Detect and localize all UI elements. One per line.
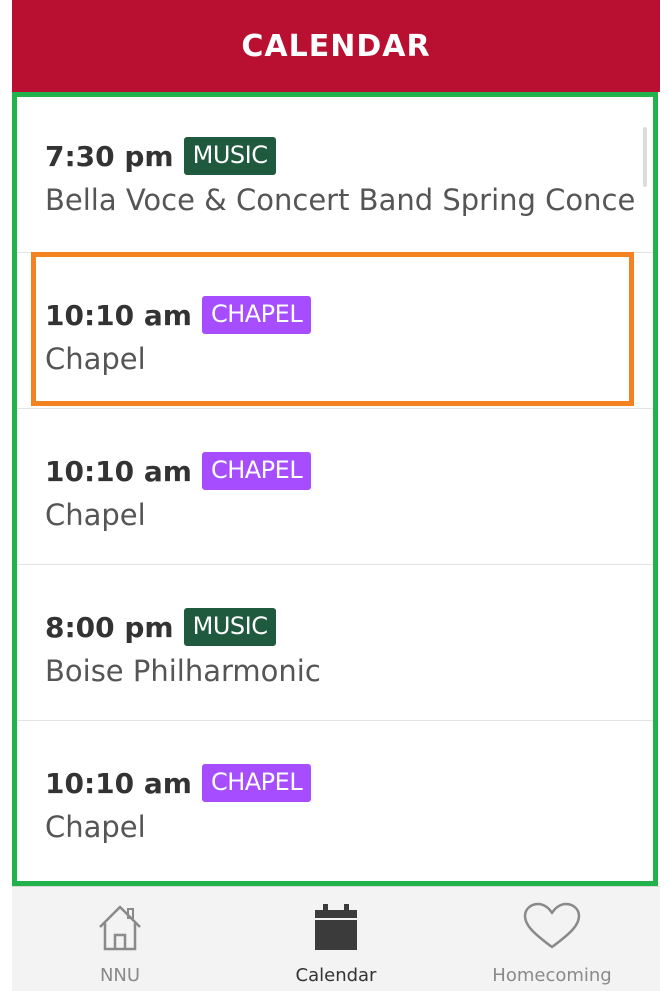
category-badge-music: MUSIC [183,608,277,646]
event-time: 10:10 am [45,766,192,800]
tab-homecoming[interactable]: Homecoming [444,887,660,991]
event-list[interactable]: 7:30 pm MUSIC Bella Voce & Concert Band … [12,92,658,886]
bottom-tab-bar: NNU Calendar Homecoming [12,886,660,991]
event-item[interactable]: 10:10 am CHAPEL Chapel [17,409,653,565]
event-item[interactable]: 10:10 am CHAPEL Chapel [17,721,653,877]
heart-icon [523,902,581,949]
event-time: 10:10 am [45,298,192,332]
tab-nnu[interactable]: NNU [12,887,228,991]
event-title: Boise Philharmonic [45,654,321,688]
page-title: CALENDAR [241,28,431,64]
category-badge-chapel: CHAPEL [201,764,312,802]
event-title: Chapel [45,342,146,376]
category-badge-music: MUSIC [183,137,277,175]
tab-label: Homecoming [492,965,612,986]
app-header: CALENDAR [12,0,660,92]
event-item[interactable]: 7:30 pm MUSIC Bella Voce & Concert Band … [17,97,653,253]
event-title: Chapel [45,810,146,844]
tab-calendar[interactable]: Calendar [228,887,444,991]
event-item[interactable]: 10:10 am CHAPEL Chapel [17,253,653,409]
tab-label: NNU [99,965,141,986]
event-time: 10:10 am [45,454,192,488]
home-icon [99,905,141,951]
event-title: Chapel [45,498,146,532]
calendar-icon [315,904,357,950]
event-title: Bella Voce & Concert Band Spring Conce [45,183,636,217]
event-item[interactable]: 8:00 pm MUSIC Boise Philharmonic [17,565,653,721]
category-badge-chapel: CHAPEL [201,452,312,490]
category-badge-chapel: CHAPEL [201,296,312,334]
event-time: 7:30 pm [45,139,174,173]
tab-label: Calendar [295,965,377,986]
event-time: 8:00 pm [45,610,174,644]
